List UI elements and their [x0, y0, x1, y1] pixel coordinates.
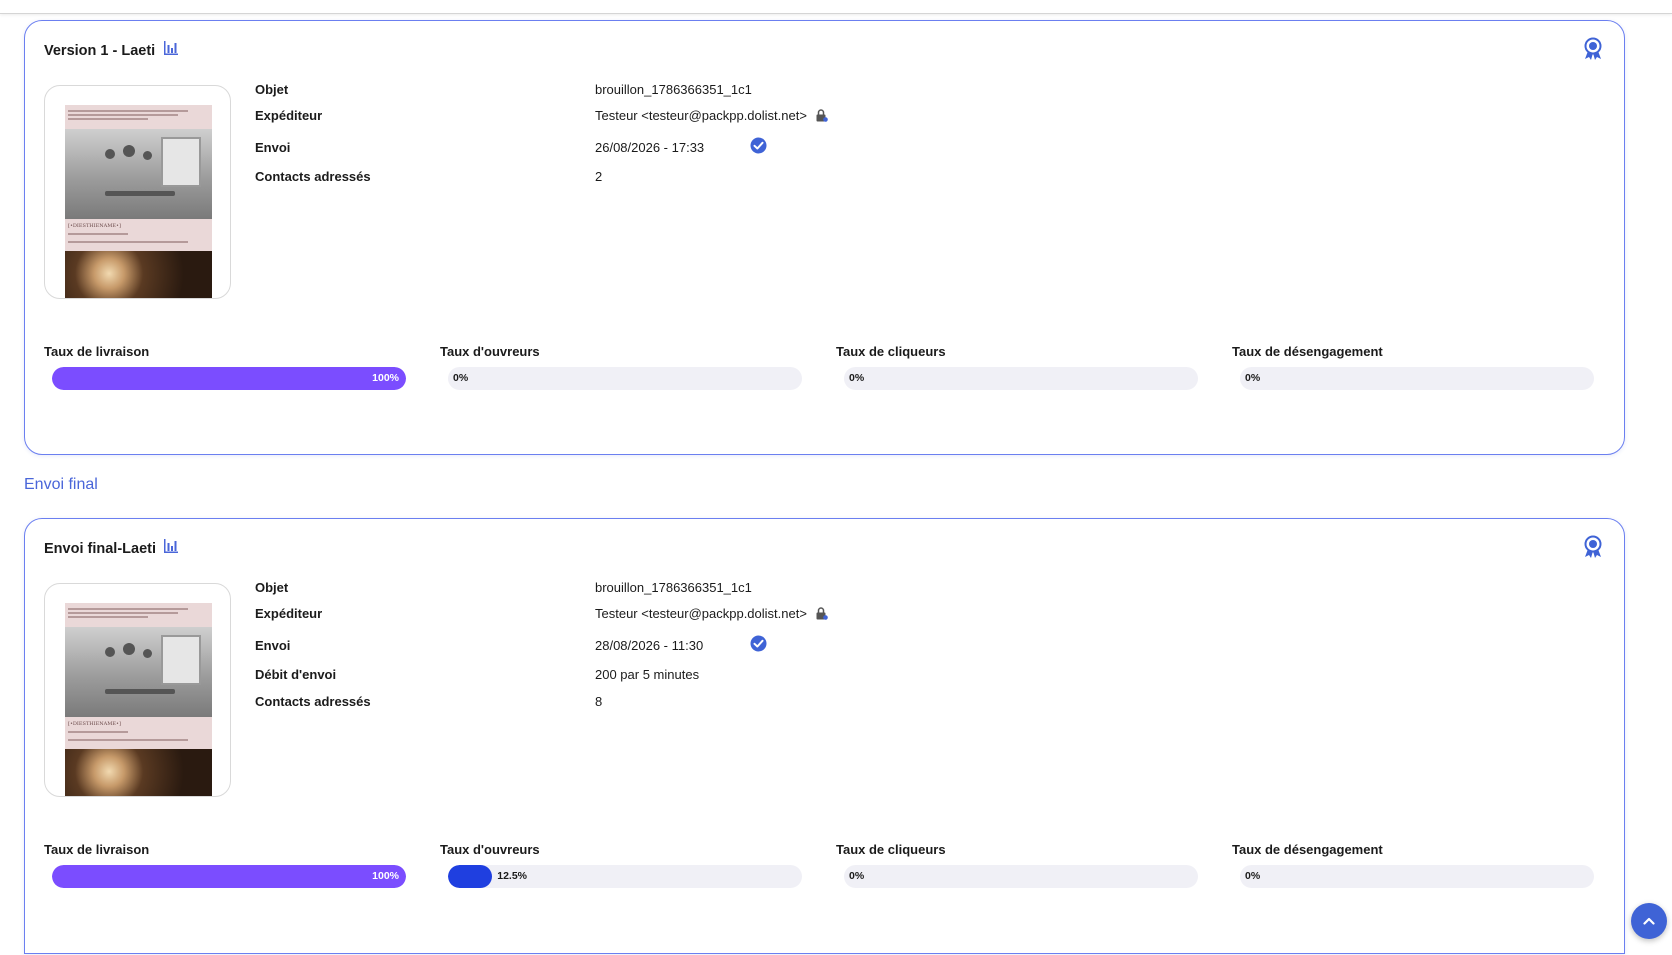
info-value-expediteur: Testeur <testeur@packpp.dolist.net>	[595, 108, 995, 123]
info-value-debit: 200 par 5 minutes	[595, 667, 700, 682]
info-label-expediteur: Expéditeur	[255, 108, 323, 123]
email-preview: [•DIESTHIENAME•]	[65, 603, 212, 796]
info-label-contacts: Contacts adressés	[255, 169, 371, 184]
progress-value: 0%	[1245, 870, 1261, 882]
email-thumbnail[interactable]: [•DIESTHIENAME•]	[44, 583, 231, 797]
info-value-contacts: 8	[595, 694, 603, 709]
info-value-objet: brouillon_1786366351_1c1	[595, 580, 752, 595]
info-label-envoi: Envoi	[255, 140, 291, 155]
top-bar	[0, 0, 1672, 14]
stat-label: Taux de désengagement	[1232, 344, 1383, 359]
campaign-card-envoi-final: Envoi final-Laeti [•DIESTHIENAME•] Objet…	[24, 518, 1625, 954]
sender-text: Testeur <testeur@packpp.dolist.net>	[595, 108, 807, 123]
card-title: Envoi final-Laeti	[44, 541, 156, 557]
progress-fill	[52, 865, 406, 888]
progress-track: 100%	[52, 865, 406, 888]
stat-label: Taux de cliqueurs	[836, 842, 946, 857]
stat-label: Taux d'ouvreurs	[440, 344, 540, 359]
thumbnail-caption: [•DIESTHIENAME•]	[68, 223, 121, 229]
progress-value: 100%	[372, 372, 399, 384]
progress-value: 0%	[849, 372, 865, 384]
award-ribbon-icon	[1584, 535, 1602, 558]
info-label-debit: Débit d'envoi	[255, 667, 337, 682]
info-label-objet: Objet	[255, 82, 289, 97]
check-circle-icon	[750, 137, 767, 154]
stat-label: Taux de désengagement	[1232, 842, 1383, 857]
campaign-card-version-1: Version 1 - Laeti [•DIESTHIENAME•] Objet…	[24, 20, 1625, 455]
progress-value: 100%	[372, 870, 399, 882]
progress-value: 0%	[849, 870, 865, 882]
lock-icon	[816, 607, 828, 620]
interior-photo	[65, 129, 212, 219]
email-thumbnail[interactable]: [•DIESTHIENAME•]	[44, 85, 231, 299]
info-value-envoi: 26/08/2026 - 17:33	[595, 140, 705, 155]
thumbnail-caption: [•DIESTHIENAME•]	[68, 721, 121, 727]
progress-track: 0%	[1240, 367, 1594, 390]
bar-chart-icon[interactable]	[163, 40, 179, 56]
progress-track: 0%	[1240, 865, 1594, 888]
award-ribbon-icon	[1584, 37, 1602, 60]
progress-track: 0%	[448, 367, 802, 390]
stat-label: Taux de cliqueurs	[836, 344, 946, 359]
progress-track: 100%	[52, 367, 406, 390]
info-value-objet: brouillon_1786366351_1c1	[595, 82, 752, 97]
progress-fill	[448, 865, 493, 888]
info-label-envoi: Envoi	[255, 638, 291, 653]
progress-fill	[52, 367, 406, 390]
bokeh-photo	[65, 749, 212, 796]
card-title: Version 1 - Laeti	[44, 43, 156, 59]
bokeh-photo	[65, 251, 212, 298]
interior-photo	[65, 627, 212, 717]
info-label-objet: Objet	[255, 580, 289, 595]
check-circle-icon	[750, 635, 767, 652]
stat-label: Taux de livraison	[44, 842, 150, 857]
progress-value: 0%	[453, 372, 469, 384]
section-title-envoi-final: Envoi final	[24, 476, 98, 493]
info-label-contacts: Contacts adressés	[255, 694, 371, 709]
info-label-expediteur: Expéditeur	[255, 606, 323, 621]
progress-value: 12.5%	[497, 870, 528, 882]
info-value-expediteur: Testeur <testeur@packpp.dolist.net>	[595, 606, 995, 621]
chevron-up-icon	[1643, 917, 1655, 925]
progress-track: 12.5%	[448, 865, 802, 888]
info-value-envoi: 28/08/2026 - 11:30	[595, 638, 704, 653]
stat-label: Taux de livraison	[44, 344, 150, 359]
progress-track: 0%	[844, 865, 1198, 888]
progress-track: 0%	[844, 367, 1198, 390]
bar-chart-icon[interactable]	[163, 538, 179, 554]
lock-icon	[816, 109, 828, 122]
email-preview: [•DIESTHIENAME•]	[65, 105, 212, 298]
scroll-to-top-button[interactable]	[1631, 903, 1667, 939]
info-value-contacts: 2	[595, 169, 603, 184]
sender-text: Testeur <testeur@packpp.dolist.net>	[595, 606, 807, 621]
progress-value: 0%	[1245, 372, 1261, 384]
stat-label: Taux d'ouvreurs	[440, 842, 540, 857]
